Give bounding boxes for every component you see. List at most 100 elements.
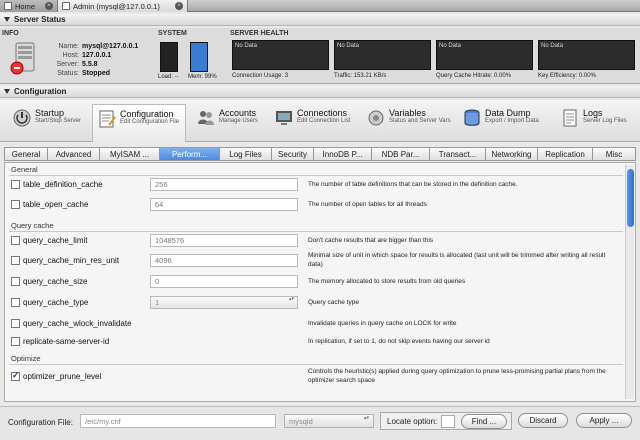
table-open-cache-checkbox[interactable]	[11, 199, 20, 209]
query-cache-graph: No Data	[436, 40, 533, 70]
config-file-path-field[interactable]: /etc/my.cnf	[80, 414, 276, 428]
document-icon	[62, 2, 70, 10]
group-title-optimize: Optimize	[11, 354, 41, 363]
key-efficiency-label: Key Efficiency: 0.00%	[538, 73, 596, 79]
group-title-query-cache: Query cache	[11, 221, 54, 230]
tab-innodb[interactable]: InnoDB P...	[313, 147, 371, 161]
graph-placeholder: No Data	[541, 43, 564, 49]
discard-button[interactable]: Discard	[518, 413, 568, 428]
query-cache-limit-checkbox[interactable]	[11, 235, 20, 245]
option-optimizer-prune-level: optimizer_prune_level	[11, 369, 101, 383]
option-name: query_cache_size	[23, 276, 88, 286]
table-open-cache-field[interactable]: 64	[150, 198, 298, 211]
toolbar-sublabel: Manage Users	[219, 118, 259, 124]
toolbar-sublabel: Edit Configuration File	[120, 119, 180, 125]
config-file-label: Configuration File:	[8, 418, 73, 427]
info-row: Server: 5.5.8	[46, 60, 138, 69]
query-cache-min-res-unit-checkbox[interactable]	[11, 255, 20, 265]
locate-option-input[interactable]	[441, 415, 455, 428]
startup-icon	[13, 109, 31, 127]
close-icon[interactable]: ×	[45, 2, 53, 10]
toolbar-connections[interactable]: Connections Edit Connection List	[270, 104, 360, 138]
info-box: INFO Name: mysql@127.0.0.1 Host: 127.0.0.1…	[2, 30, 154, 82]
query-cache-size-field[interactable]: 0	[150, 275, 298, 288]
tab-admin-label: Admin (mysql@127.0.0.1)	[73, 1, 160, 11]
traffic-label: Traffic: 153.21 KB/s	[334, 73, 387, 79]
apply-button[interactable]: Apply ...	[576, 413, 632, 428]
tab-networking[interactable]: Networking	[485, 147, 537, 161]
tab-admin[interactable]: Admin (mysql@127.0.0.1) ×	[58, 0, 188, 12]
toolbar-sublabel: Edit Connection List	[297, 118, 351, 124]
window-tab-bar: Home × Admin (mysql@127.0.0.1) ×	[0, 0, 640, 12]
optimizer-prune-level-checkbox[interactable]	[11, 370, 20, 381]
server-status-header[interactable]: Server Status	[0, 14, 640, 26]
toolbar-label: Connections	[297, 108, 348, 118]
info-rows: Name: mysql@127.0.0.1 Host: 127.0.0.1 Serv…	[46, 42, 138, 78]
disclosure-triangle-icon[interactable]	[4, 89, 10, 94]
tab-ndb[interactable]: NDB Par...	[371, 147, 429, 161]
query-cache-size-checkbox[interactable]	[11, 276, 20, 286]
key-efficiency-graph: No Data	[538, 40, 635, 70]
toolbar-accounts[interactable]: Accounts Manage Users	[192, 104, 272, 138]
tab-performance[interactable]: Perform...	[159, 147, 219, 161]
toolbar-logs[interactable]: Logs Server Log Files	[556, 104, 636, 138]
accounts-icon	[198, 111, 214, 125]
option-query-cache-wlock-invalidate: query_cache_wlock_invalidate	[11, 316, 132, 330]
toolbar-label: Startup	[35, 108, 65, 118]
toolbar-data-dump[interactable]: Data Dump Export / Import Data	[458, 104, 548, 138]
group-title-general: General	[11, 165, 38, 174]
tab-advanced[interactable]: Advanced	[47, 147, 99, 161]
find-button[interactable]: Find ...	[461, 414, 507, 429]
connection-usage-graph: No Data	[232, 40, 329, 70]
toolbar-sublabel: Server Log Files	[583, 118, 627, 124]
scrollbar-thumb[interactable]	[627, 169, 634, 227]
option-query-cache-min-res-unit: query_cache_min_res_unit	[11, 253, 119, 267]
option-replicate-same-server-id: replicate-same-server-id	[11, 334, 109, 348]
tab-transactions[interactable]: Transact...	[429, 147, 485, 161]
query-cache-type-select[interactable]: 1	[150, 296, 298, 309]
replicate-same-server-id-checkbox[interactable]	[11, 336, 20, 346]
load-label: Load: --	[158, 74, 179, 80]
table-definition-cache-checkbox[interactable]	[11, 179, 20, 189]
option-description: Query cache type	[308, 299, 359, 306]
info-value: mysql@127.0.0.1	[82, 43, 139, 50]
graph-placeholder: No Data	[235, 43, 258, 49]
configuration-icon	[99, 110, 116, 128]
traffic-graph: No Data	[334, 40, 431, 70]
tab-misc[interactable]: Misc	[592, 147, 636, 161]
tab-home[interactable]: Home ×	[0, 0, 58, 12]
info-key: Name:	[58, 43, 79, 50]
system-box: SYSTEM Load: -- Mem: 99%	[158, 30, 224, 82]
query-cache-type-checkbox[interactable]	[11, 297, 20, 307]
server-status-title: Server Status	[14, 15, 66, 24]
load-meter	[160, 42, 178, 72]
info-row: Name: mysql@127.0.0.1	[46, 42, 138, 51]
toolbar-label: Logs	[583, 108, 603, 118]
graph-placeholder: No Data	[439, 43, 462, 49]
disclosure-triangle-icon[interactable]	[4, 17, 10, 22]
options-scrollbar[interactable]	[625, 165, 634, 399]
options-panel: General table_definition_cache 256 The n…	[4, 162, 636, 402]
toolbar-startup[interactable]: Startup Start/Stop Server	[8, 104, 88, 138]
tab-log-files[interactable]: Log Files	[219, 147, 271, 161]
config-section-select[interactable]: mysqld	[284, 414, 374, 428]
option-query-cache-limit: query_cache_limit	[11, 233, 87, 247]
variables-icon	[368, 110, 384, 126]
close-icon[interactable]: ×	[175, 2, 183, 10]
option-table-open-cache: table_open_cache	[11, 197, 88, 211]
tab-replication[interactable]: Replication	[537, 147, 592, 161]
query-cache-min-res-unit-field[interactable]: 4096	[150, 254, 298, 267]
toolbar-variables[interactable]: Variables Status and Server Vars	[362, 104, 454, 138]
toolbar-configuration[interactable]: Configuration Edit Configuration File	[92, 104, 186, 142]
toolbar-label: Configuration	[120, 109, 174, 119]
tab-security[interactable]: Security	[271, 147, 313, 161]
configuration-header[interactable]: Configuration	[0, 86, 640, 98]
toolbar-sublabel: Start/Stop Server	[35, 118, 82, 124]
tab-myisam[interactable]: MyISAM ...	[99, 147, 159, 161]
bottom-bar: Configuration File: /etc/my.cnf mysqld L…	[0, 406, 640, 440]
query-cache-limit-field[interactable]: 1048576	[150, 234, 298, 247]
query-cache-wlock-invalidate-checkbox[interactable]	[11, 318, 20, 328]
table-definition-cache-field[interactable]: 256	[150, 178, 298, 191]
tab-general[interactable]: General	[4, 147, 47, 161]
locate-option-box: Locate option: Find ...	[380, 412, 512, 430]
